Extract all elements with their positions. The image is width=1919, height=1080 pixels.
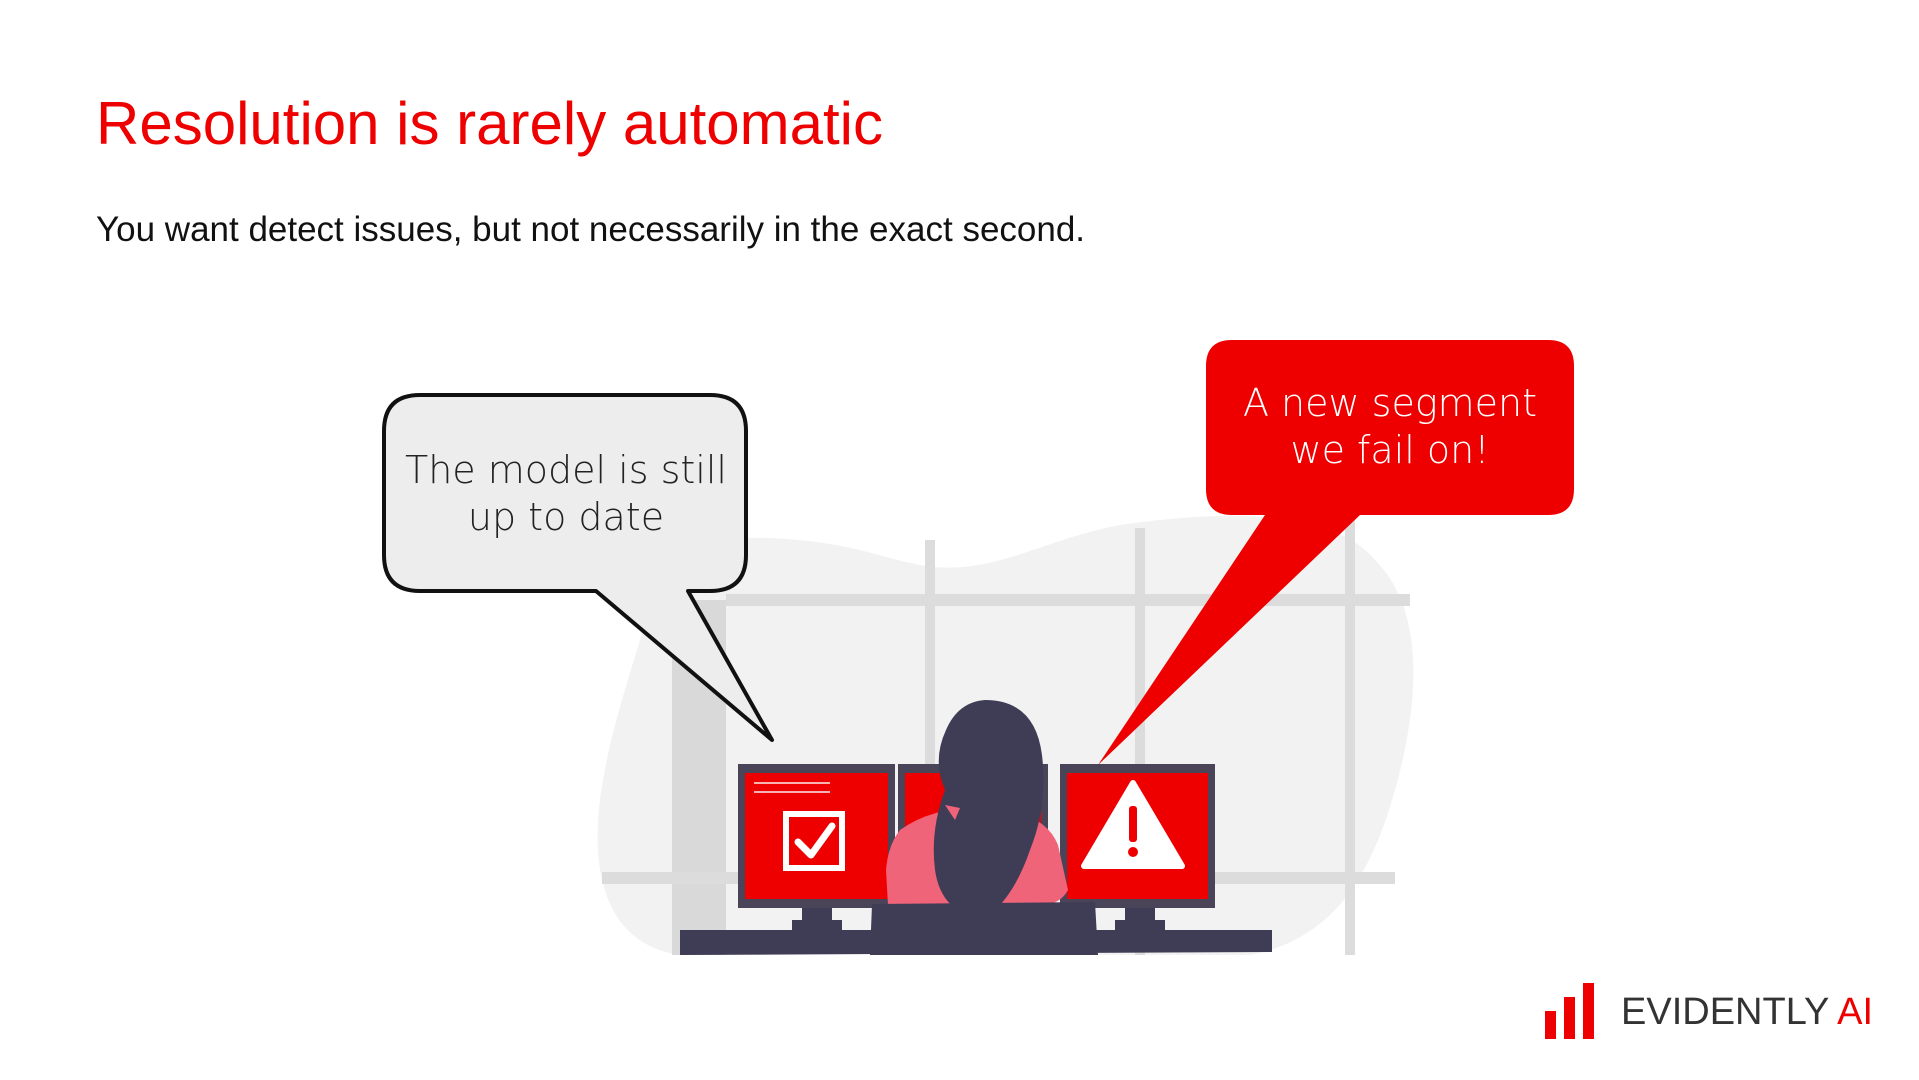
left-bubble-line-2: up to date	[468, 495, 664, 539]
chair	[870, 902, 1098, 955]
logo-wordmark: EVIDENTLY AI	[1621, 990, 1873, 1034]
speech-bubble-left: The model is still up to date	[382, 393, 774, 742]
logo-text-accent: AI	[1837, 991, 1874, 1033]
left-bubble-line-1: The model is still	[405, 448, 727, 492]
bar-chart-logo-icon	[1545, 983, 1594, 1039]
logo-text-main: EVIDENTLY	[1621, 991, 1829, 1033]
right-bubble-line-2: we fail on!	[1291, 428, 1490, 472]
right-bubble-line-1: A new segment	[1243, 381, 1537, 425]
illustration: The model is still up to date A new segm…	[382, 340, 1574, 955]
evidently-logo: EVIDENTLY AI	[1545, 983, 1885, 1039]
